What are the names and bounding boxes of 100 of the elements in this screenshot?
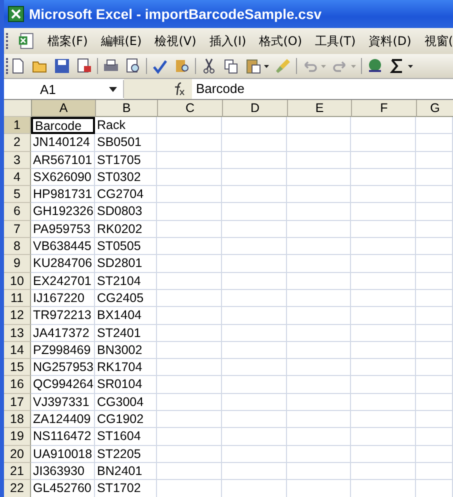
row-header[interactable]: 17 xyxy=(4,394,31,412)
column-header[interactable]: B xyxy=(96,100,158,117)
copy-icon[interactable] xyxy=(222,57,240,75)
menu-item[interactable]: 檔案(F) xyxy=(47,32,88,50)
empty-table-cell xyxy=(287,428,351,446)
empty-table-cell xyxy=(287,238,351,256)
row-header[interactable]: 22 xyxy=(4,480,31,497)
row-header[interactable]: 20 xyxy=(4,446,31,463)
table-cell: PA959753 xyxy=(31,220,95,238)
empty-table-cell xyxy=(157,446,222,463)
table-cell: EX242701 xyxy=(31,272,95,290)
menu-item[interactable]: 工具(T) xyxy=(315,32,356,50)
column-header[interactable]: C xyxy=(158,100,223,117)
row-header[interactable]: 14 xyxy=(4,342,31,360)
empty-table-cell xyxy=(351,134,416,152)
table-cell: NS116472 xyxy=(31,428,95,446)
row-header[interactable]: 10 xyxy=(4,272,31,290)
row-header[interactable]: 8 xyxy=(4,238,31,256)
table-cell: QC994264 xyxy=(31,376,95,394)
table-cell: ST2104 xyxy=(95,272,157,290)
empty-table-cell xyxy=(222,186,287,204)
book-search-icon[interactable] xyxy=(173,57,191,75)
row-header[interactable]: 19 xyxy=(4,428,31,446)
table-cell: BN2401 xyxy=(95,462,157,480)
empty-table-cell xyxy=(157,203,222,221)
empty-table-cell xyxy=(416,220,453,238)
menu-item[interactable]: 插入(I) xyxy=(209,32,246,50)
menu-item[interactable]: 編輯(E) xyxy=(100,32,142,50)
empty-table-cell xyxy=(287,290,351,308)
empty-table-cell xyxy=(351,394,416,412)
empty-table-cell xyxy=(351,324,416,342)
table-cell: JI363930 xyxy=(31,462,95,480)
empty-table-cell xyxy=(222,238,287,256)
empty-table-cell xyxy=(287,203,351,221)
empty-table-cell xyxy=(222,394,287,412)
empty-table-cell xyxy=(416,324,453,342)
empty-table-cell xyxy=(416,272,453,290)
empty-table-cell xyxy=(416,168,453,186)
empty-table-cell xyxy=(416,376,453,394)
column-header[interactable]: E xyxy=(288,100,352,117)
table-cell: Rack xyxy=(95,117,157,134)
row-header[interactable]: 18 xyxy=(4,411,31,428)
empty-table-cell xyxy=(157,117,222,134)
empty-table-cell xyxy=(287,307,351,325)
empty-table-cell xyxy=(416,203,453,221)
excel-document-icon[interactable] xyxy=(18,32,34,50)
column-header[interactable]: A xyxy=(32,100,96,117)
empty-table-cell xyxy=(416,290,453,308)
empty-table-cell xyxy=(351,255,416,273)
menu-item[interactable]: 格式(O) xyxy=(259,32,302,50)
row-header[interactable]: 11 xyxy=(4,290,31,308)
save-icon[interactable] xyxy=(53,57,71,75)
empty-table-cell xyxy=(416,255,453,273)
menu-item[interactable]: 資料(D) xyxy=(368,32,412,50)
empty-table-cell xyxy=(157,134,222,152)
clipboard-icon[interactable] xyxy=(244,57,262,75)
row-header[interactable]: 6 xyxy=(4,203,31,221)
row-header[interactable]: 2 xyxy=(4,134,31,152)
menu-item[interactable]: 視窗( xyxy=(424,32,453,50)
row-header[interactable]: 13 xyxy=(4,324,31,342)
row-header[interactable]: 5 xyxy=(4,186,31,204)
row-header[interactable]: 12 xyxy=(4,307,31,325)
row-header[interactable]: 1 xyxy=(4,117,31,134)
table-cell: ST0302 xyxy=(95,168,157,186)
function-icon[interactable] xyxy=(124,79,192,99)
empty-table-cell xyxy=(222,203,287,221)
table-cell: ST0505 xyxy=(95,238,157,256)
empty-table-cell xyxy=(157,290,222,308)
empty-table-cell xyxy=(351,411,416,428)
table-cell: CG1902 xyxy=(95,411,157,428)
table-cell: SD0803 xyxy=(95,203,157,221)
row-header[interactable]: 3 xyxy=(4,152,31,169)
empty-table-cell xyxy=(351,152,416,169)
row-header[interactable]: 21 xyxy=(4,462,31,480)
empty-table-cell xyxy=(157,238,222,256)
print-preview-icon[interactable] xyxy=(124,57,142,75)
globe-icon[interactable] xyxy=(366,57,384,75)
empty-table-cell xyxy=(351,272,416,290)
empty-table-cell xyxy=(157,255,222,273)
empty-table-cell xyxy=(157,428,222,446)
row-header[interactable]: 16 xyxy=(4,376,31,394)
row-header[interactable]: 4 xyxy=(4,168,31,186)
empty-table-cell xyxy=(222,428,287,446)
empty-table-cell xyxy=(222,290,287,308)
column-header[interactable]: D xyxy=(223,100,288,117)
empty-table-cell xyxy=(416,462,453,480)
column-header[interactable]: F xyxy=(352,100,417,117)
empty-table-cell xyxy=(351,307,416,325)
column-header[interactable]: G xyxy=(417,100,453,117)
empty-table-cell xyxy=(351,203,416,221)
row-header[interactable]: 9 xyxy=(4,255,31,273)
table-cell: Barcode xyxy=(31,117,95,134)
row-header[interactable]: 7 xyxy=(4,220,31,238)
menu-item[interactable]: 檢視(V) xyxy=(154,32,196,50)
empty-table-cell xyxy=(222,117,287,134)
empty-table-cell xyxy=(157,342,222,360)
empty-table-cell xyxy=(416,134,453,152)
empty-table-cell xyxy=(416,117,453,134)
row-header[interactable]: 15 xyxy=(4,359,31,376)
empty-table-cell xyxy=(157,168,222,186)
